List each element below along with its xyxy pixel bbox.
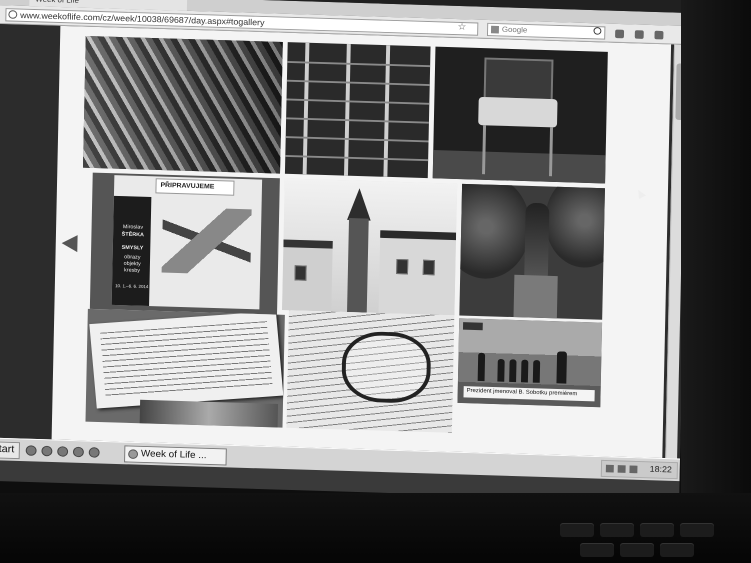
person: [477, 352, 486, 382]
poster-artwork: [161, 206, 252, 276]
quicklaunch-app-icon[interactable]: [88, 447, 100, 458]
poster-artist-first: Miroslav: [122, 224, 144, 231]
taskbar-window-button[interactable]: Week of Life ...: [124, 445, 227, 466]
photo-exhibition-poster[interactable]: Miroslav ŠTĚRKA SMYSLY obrazy objekty kr…: [89, 172, 280, 315]
photo-gallery: Miroslav ŠTĚRKA SMYSLY obrazy objekty kr…: [78, 36, 608, 437]
quicklaunch-app-icon[interactable]: [57, 446, 69, 457]
photo-chair[interactable]: [432, 46, 608, 184]
photo-scene: Week of Life www.weekoflife.com/cz/week/…: [0, 0, 751, 563]
tray-network-icon[interactable]: [605, 464, 614, 473]
search-input[interactable]: Google: [486, 22, 606, 40]
poster-title: SMYSLY: [121, 244, 144, 252]
glasses-lens: [341, 330, 432, 404]
monitor-screen: Week of Life www.weekoflife.com/cz/week/…: [0, 0, 690, 502]
keyboard-key: [640, 523, 674, 537]
tv-channel-logo: [462, 322, 483, 331]
bookmark-star-icon[interactable]: ☆: [457, 22, 466, 33]
keyboard-key: [600, 523, 634, 537]
chair-seat: [478, 96, 558, 128]
search-engine-icon[interactable]: [490, 25, 499, 34]
photo-metal-mesh[interactable]: [83, 36, 283, 174]
person: [556, 351, 567, 384]
quicklaunch-app-icon[interactable]: [72, 446, 84, 458]
photo-church-tower[interactable]: [282, 178, 458, 316]
floor: [432, 150, 606, 184]
window: [396, 258, 409, 275]
poster-artist-last: ŠTĚRKA: [121, 231, 145, 239]
photo-display-shelves[interactable]: [284, 42, 431, 179]
window: [294, 265, 307, 281]
building: [378, 230, 457, 316]
poster: Miroslav ŠTĚRKA SMYSLY obrazy objekty kr…: [111, 175, 263, 310]
page-viewport: Miroslav ŠTĚRKA SMYSLY obrazy objekty kr…: [0, 23, 689, 459]
photo-tv-news[interactable]: Prezident jmenoval B. Sobotku premiérem: [457, 318, 603, 408]
person: [497, 358, 505, 382]
keyboard: [0, 493, 751, 563]
keyboard-key: [620, 543, 654, 557]
book-page: [89, 311, 284, 409]
poster-subtitle: kresby: [124, 267, 141, 274]
downloads-icon[interactable]: [615, 29, 625, 39]
keyboard-key: [580, 543, 614, 557]
photo-open-book[interactable]: [85, 308, 285, 428]
tree: [544, 183, 605, 269]
quicklaunch-app-icon[interactable]: [41, 445, 53, 457]
photo-glasses-on-text[interactable]: [286, 310, 455, 433]
monitor-bezel: [681, 0, 751, 563]
keyboard-key: [680, 523, 714, 537]
chair-back: [483, 57, 554, 102]
book-illustration: [139, 399, 279, 428]
poster-side-band: Miroslav ŠTĚRKA SMYSLY obrazy objekty kr…: [111, 195, 152, 306]
statue-figure: [524, 202, 550, 279]
taskbar-clock: 18:22: [649, 464, 672, 475]
book-text: [99, 321, 273, 399]
person: [520, 359, 529, 383]
poster-dates: 10. 1.–6. 6. 2014: [115, 283, 149, 290]
person: [532, 360, 541, 383]
statue-plinth: [513, 274, 558, 319]
start-button[interactable]: start: [0, 441, 20, 460]
building: [282, 239, 333, 312]
system-tray: 18:22: [600, 459, 678, 480]
window: [422, 259, 435, 276]
church-tower: [347, 218, 369, 313]
keyboard-key: [660, 543, 694, 557]
person: [509, 359, 517, 383]
church-spire: [347, 187, 372, 221]
keyboard-key: [560, 523, 594, 537]
quicklaunch-ie-icon[interactable]: [25, 445, 37, 456]
previous-arrow-icon[interactable]: [61, 234, 78, 253]
tray-app-icon[interactable]: [629, 465, 638, 474]
photo-statue[interactable]: [459, 183, 605, 320]
tree: [459, 183, 532, 280]
tray-volume-icon[interactable]: [617, 465, 626, 473]
home-icon[interactable]: [634, 30, 644, 39]
poster-heading: PŘIPRAVUJEME: [155, 178, 235, 196]
menu-icon[interactable]: [654, 30, 664, 40]
